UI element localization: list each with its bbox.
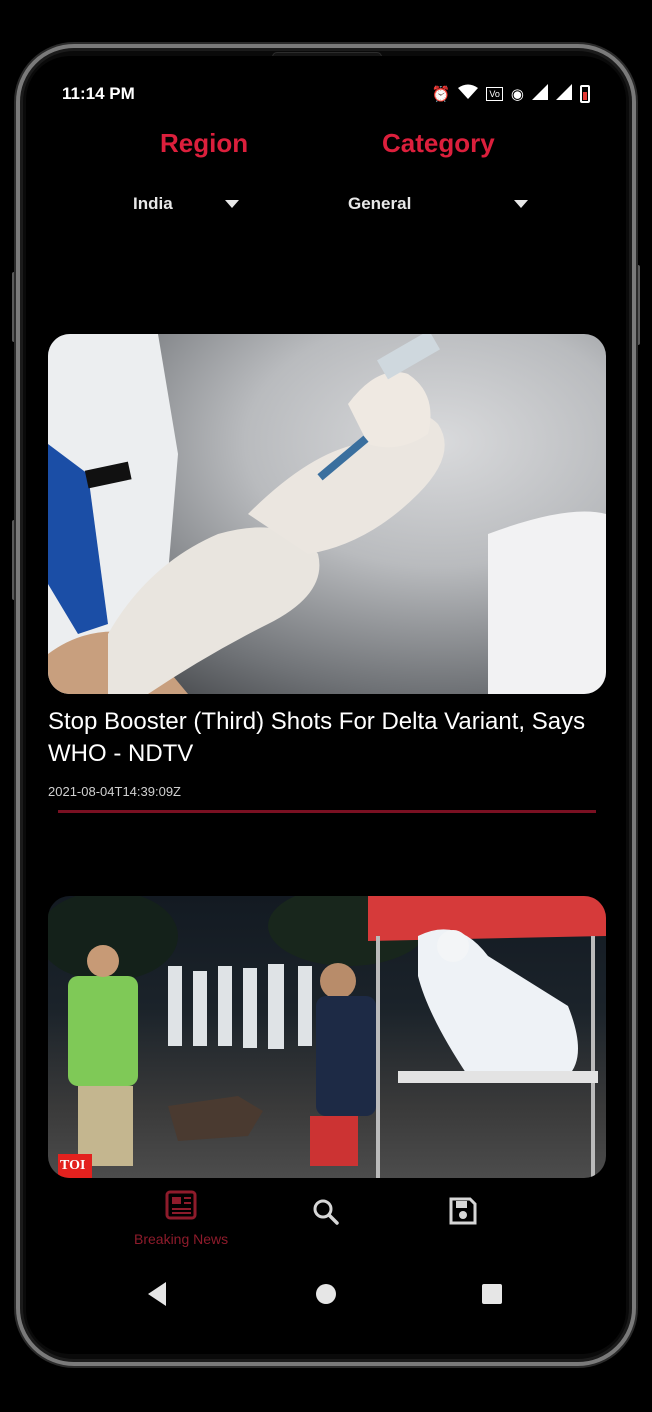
toi-badge: TOI	[60, 1158, 86, 1173]
home-icon[interactable]	[316, 1284, 336, 1304]
nav-search[interactable]	[312, 1198, 340, 1231]
filter-headers: Region Category	[26, 128, 626, 168]
wifi-icon	[458, 84, 479, 104]
volte-icon: Vo	[486, 87, 503, 101]
back-icon[interactable]	[148, 1282, 166, 1306]
alarm-icon: ⏰	[431, 86, 451, 103]
nav-saved[interactable]	[448, 1196, 478, 1231]
nav-breaking-news[interactable]: Breaking News	[134, 1188, 228, 1247]
save-icon	[448, 1196, 478, 1231]
hotspot-icon: ◉	[510, 86, 524, 103]
region-selected-value: India	[133, 194, 173, 213]
battery-icon	[580, 85, 590, 103]
bottom-navigation: Breaking News	[26, 1178, 626, 1258]
app-screen: 11:14 PM ⏰ Vo ◉ Region Category India Ge…	[26, 56, 626, 1354]
recent-apps-icon[interactable]	[482, 1284, 502, 1304]
status-bar: 11:14 PM ⏰ Vo ◉	[62, 80, 590, 108]
region-dropdown[interactable]: India	[133, 192, 253, 216]
nav-breaking-news-label: Breaking News	[134, 1231, 229, 1247]
article-image-testing[interactable]: TOI	[48, 896, 606, 1178]
article-divider	[58, 810, 596, 813]
signal-icon-2	[556, 84, 572, 104]
article-headline[interactable]: Stop Booster (Third) Shots For Delta Var…	[48, 706, 604, 770]
signal-icon-1	[532, 84, 548, 104]
status-time: 11:14 PM	[62, 84, 135, 103]
status-icons: ⏰ Vo ◉	[432, 84, 590, 104]
chevron-down-icon	[514, 200, 528, 208]
chevron-down-icon	[225, 200, 239, 208]
article-image-vaccine[interactable]	[48, 334, 606, 694]
search-icon	[312, 1198, 340, 1231]
category-dropdown[interactable]: General	[348, 192, 538, 216]
system-navigation-bar	[26, 1266, 626, 1326]
category-heading: Category	[382, 128, 495, 158]
category-selected-value: General	[348, 194, 412, 213]
newspaper-icon	[164, 1188, 198, 1227]
region-heading: Region	[160, 128, 249, 158]
article-date: 2021-08-04T14:39:09Z	[48, 784, 181, 799]
